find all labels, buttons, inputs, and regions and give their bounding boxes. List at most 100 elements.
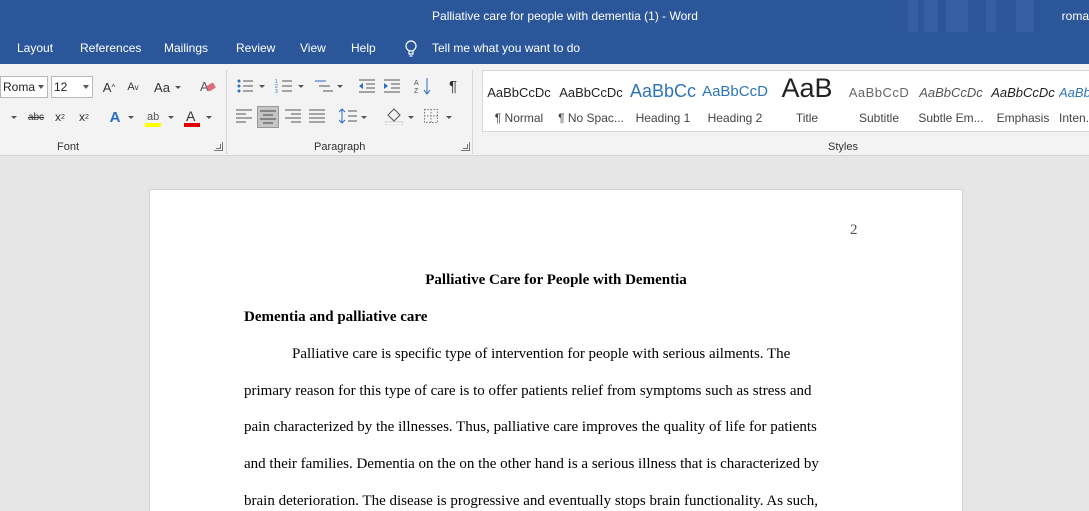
strikethrough-button[interactable]: abc xyxy=(26,109,46,125)
style-preview: AaBbCcDc xyxy=(487,85,551,100)
chevron-down-icon xyxy=(361,116,367,119)
tab-view[interactable]: View xyxy=(300,41,326,55)
style-heading-2[interactable]: AaBbCcD Heading 2 xyxy=(699,71,771,131)
clear-formatting-icon[interactable]: A xyxy=(199,78,217,94)
font-color-icon[interactable]: A xyxy=(183,108,201,128)
body-line: Palliative care is specific type of inte… xyxy=(292,346,791,362)
user-name[interactable]: roma xyxy=(1062,9,1089,23)
tell-me-search[interactable]: Tell me what you want to do xyxy=(432,41,580,55)
tab-review[interactable]: Review xyxy=(236,41,275,55)
chevron-down-icon xyxy=(175,86,181,89)
body-line: and their families. Dementia on the on t… xyxy=(244,456,819,472)
paragraph-group-label: Paragraph xyxy=(314,141,366,153)
styles-group-label: Styles xyxy=(828,141,858,153)
sort-icon[interactable]: AZ xyxy=(414,77,432,95)
shrink-font-button[interactable]: Av xyxy=(124,78,142,96)
body-line: primary reason for this type of care is … xyxy=(244,383,812,399)
style-preview: AaBbCc xyxy=(629,81,697,101)
style-title[interactable]: AaB Title xyxy=(771,71,843,131)
style-subtle-emphasis[interactable]: AaBbCcDc Subtle Em... xyxy=(915,71,987,131)
justify-icon[interactable] xyxy=(309,109,325,123)
style-no-spacing[interactable]: AaBbCcDc ¶ No Spac... xyxy=(555,71,627,131)
tab-layout[interactable]: Layout xyxy=(17,41,53,55)
font-size-value: 12 xyxy=(54,80,68,94)
chevron-down-icon xyxy=(298,85,304,88)
font-dialog-launcher-icon[interactable] xyxy=(214,142,223,151)
font-name-value: Roma xyxy=(3,80,36,94)
style-name: Subtitle xyxy=(858,111,900,125)
style-heading-1[interactable]: AaBbCc Heading 1 xyxy=(627,71,699,131)
align-center-button[interactable] xyxy=(257,106,279,128)
font-group-label: Font xyxy=(57,141,80,153)
grow-font-button[interactable]: A ^ xyxy=(100,78,118,96)
numbering-icon[interactable]: 1 2 3 xyxy=(275,78,293,94)
lightbulb-icon xyxy=(405,40,417,57)
window-title: Palliative care for people with dementia… xyxy=(432,9,698,23)
borders-icon[interactable] xyxy=(424,109,438,123)
title-bar: Palliative care for people with dementia… xyxy=(0,0,1089,32)
style-subtitle[interactable]: AaBbCcD Subtitle xyxy=(843,71,915,131)
page-number: 2 xyxy=(850,222,858,238)
chevron-down-icon xyxy=(206,116,212,119)
style-name: ¶ Normal xyxy=(494,111,544,125)
style-preview: AaBbCcDc xyxy=(991,85,1055,100)
body-line: brain deterioration. The disease is prog… xyxy=(244,493,819,509)
style-name: Title xyxy=(795,111,819,125)
chevron-down-icon xyxy=(128,116,134,119)
style-preview: AaBbCcD xyxy=(702,83,768,100)
strikethrough-icon: abc xyxy=(27,111,45,123)
show-marks-button[interactable]: ¶ xyxy=(444,77,462,95)
style-intense-emphasis[interactable]: AaBbCcDc Inten... xyxy=(1059,71,1089,131)
change-case-button[interactable]: Aa xyxy=(152,78,172,96)
superscript-button[interactable]: x2 xyxy=(76,109,92,125)
multilevel-list-icon[interactable] xyxy=(314,78,334,94)
group-separator xyxy=(472,70,473,154)
style-name: Emphasis xyxy=(996,111,1050,125)
style-name: Heading 1 xyxy=(635,111,691,125)
bullets-icon[interactable] xyxy=(236,78,254,94)
paragraph-dialog-launcher-icon[interactable] xyxy=(461,142,470,151)
grow-font-icon: A xyxy=(102,79,112,95)
subscript-button[interactable]: x2 xyxy=(52,109,68,125)
tab-references[interactable]: References xyxy=(80,41,141,55)
align-right-icon[interactable] xyxy=(285,109,301,123)
style-name: ¶ No Spac... xyxy=(558,111,624,125)
style-name: Heading 2 xyxy=(707,111,763,125)
chevron-down-icon xyxy=(259,85,265,88)
style-preview: AaBbCcDc xyxy=(1059,85,1089,100)
change-case-icon: Aa xyxy=(154,79,170,95)
styles-gallery: AaBbCcDc ¶ Normal AaBbCcDc ¶ No Spac... … xyxy=(482,70,1089,132)
ribbon: Roma 12 A ^ Av Aa A abc x2 x2 A ab A Font xyxy=(0,64,1089,156)
style-name: Inten... xyxy=(1059,111,1089,125)
document-title: Palliative Care for People with Dementia xyxy=(425,272,687,288)
increase-indent-icon[interactable] xyxy=(383,78,401,94)
style-preview: AaBbCcD xyxy=(848,85,910,100)
document-page[interactable]: 2 Palliative Care for People with Dement… xyxy=(149,189,963,511)
decrease-indent-icon[interactable] xyxy=(358,78,376,94)
tab-mailings[interactable]: Mailings xyxy=(164,41,208,55)
highlight-icon[interactable]: ab xyxy=(144,108,164,128)
body-line: pain characterized by the illnesses. Thu… xyxy=(244,419,817,435)
text-effects-button[interactable]: A xyxy=(106,108,124,126)
style-preview: AaBbCcDc xyxy=(919,85,983,100)
svg-text:A: A xyxy=(414,80,419,87)
chevron-down-icon xyxy=(38,85,44,89)
pilcrow-icon: ¶ xyxy=(448,77,458,95)
svg-text:ab: ab xyxy=(147,111,159,123)
text-effects-icon: A xyxy=(109,108,121,126)
font-name-combo[interactable]: Roma xyxy=(0,76,48,98)
line-spacing-icon[interactable] xyxy=(339,108,357,124)
svg-text:Z: Z xyxy=(414,88,419,95)
svg-text:A: A xyxy=(186,108,196,124)
chevron-down-icon xyxy=(83,85,89,89)
style-normal[interactable]: AaBbCcDc ¶ Normal xyxy=(483,71,555,131)
chevron-down-icon xyxy=(446,116,452,119)
font-size-combo[interactable]: 12 xyxy=(51,76,93,98)
style-emphasis[interactable]: AaBbCcDc Emphasis xyxy=(987,71,1059,131)
shading-icon[interactable] xyxy=(385,107,403,125)
style-preview: AaB xyxy=(781,73,833,103)
align-left-icon[interactable] xyxy=(236,109,252,123)
shrink-font-icon: A xyxy=(127,81,135,93)
tab-help[interactable]: Help xyxy=(351,41,376,55)
align-center-icon xyxy=(260,110,276,124)
